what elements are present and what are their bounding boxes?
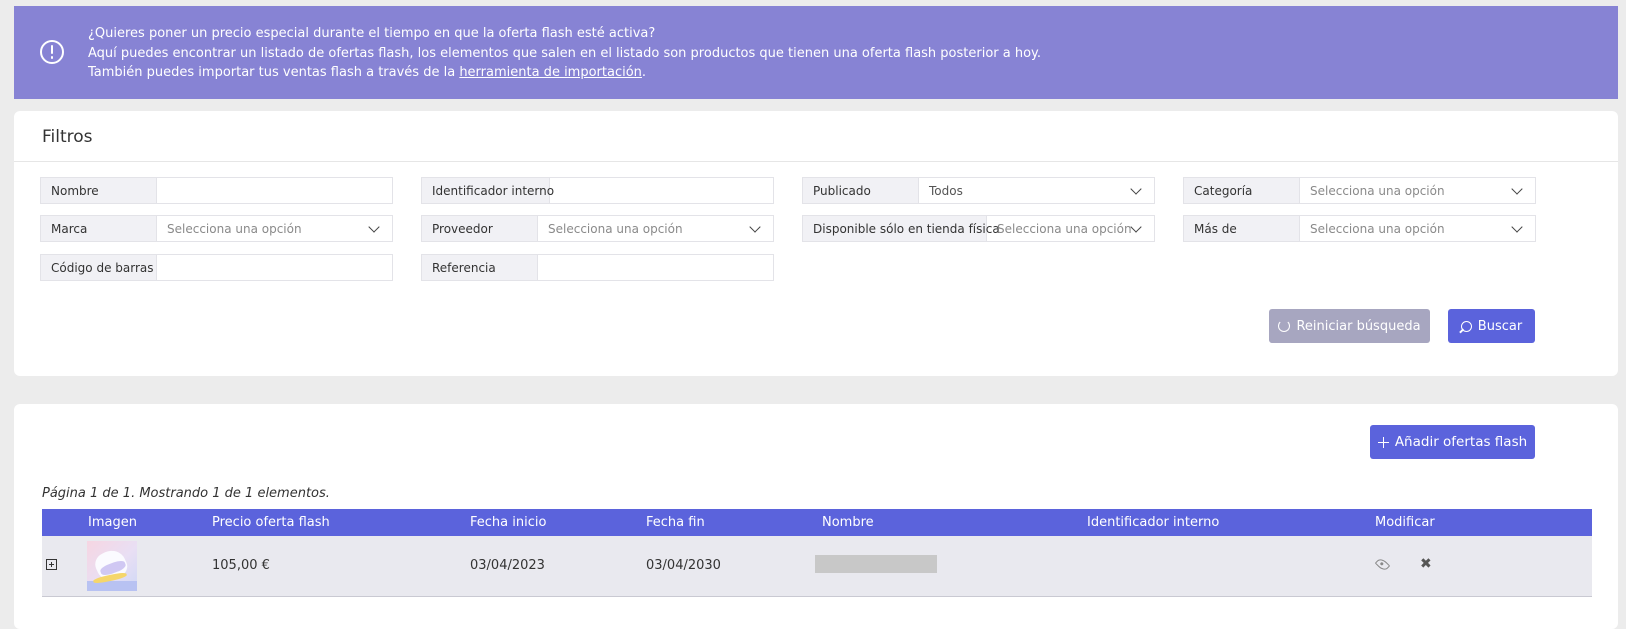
categoria-select[interactable]: Selecciona una opción: [1300, 178, 1535, 203]
marca-select[interactable]: Selecciona una opción: [157, 216, 392, 241]
search-button[interactable]: Buscar: [1448, 309, 1535, 343]
categoria-label: Categoría: [1184, 178, 1300, 203]
chevron-down-icon: [368, 221, 380, 233]
reset-search-button[interactable]: Reiniciar búsqueda: [1269, 309, 1430, 343]
chevron-down-icon: [1130, 183, 1142, 195]
product-image: [87, 541, 137, 591]
categoria-placeholder: Selecciona una opción: [1310, 183, 1445, 198]
column-header: Modificar: [1375, 515, 1435, 530]
codigo-filter: Código de barras: [40, 254, 393, 281]
start-date-cell: 03/04/2023: [470, 558, 545, 573]
chevron-down-icon: [1130, 221, 1142, 233]
delete-x-icon[interactable]: ✖: [1420, 557, 1432, 572]
categoria-filter: Categoría Selecciona una opción: [1183, 177, 1536, 204]
mas-de-select[interactable]: Selecciona una opción: [1300, 216, 1535, 241]
alert-line-3: También puedes importar tus ventas flash…: [88, 63, 1041, 83]
column-header: Imagen: [88, 515, 137, 530]
marca-label: Marca: [41, 216, 157, 241]
chevron-down-icon: [1511, 221, 1523, 233]
reset-icon: [1278, 320, 1291, 332]
referencia-input[interactable]: [538, 255, 773, 280]
add-flash-offers-button[interactable]: Añadir ofertas flash: [1370, 425, 1535, 459]
disponible-label: Disponible sólo en tienda física: [803, 216, 1000, 241]
identificador-label: Identificador interno: [422, 178, 554, 203]
column-header: Fecha inicio: [470, 515, 547, 530]
referencia-filter: Referencia: [421, 254, 774, 281]
proveedor-label: Proveedor: [422, 216, 538, 241]
alert-line-3-prefix: También puedes importar tus ventas flash…: [88, 65, 460, 80]
add-flash-offers-label: Añadir ofertas flash: [1394, 434, 1528, 450]
publicado-label: Publicado: [803, 178, 919, 203]
chevron-down-icon: [1511, 183, 1523, 195]
price-cell: 105,00 €: [212, 558, 270, 573]
alert-line-2: Aquí puedes encontrar un listado de ofer…: [88, 45, 1042, 61]
table-row: 105,00 € 03/04/2023 03/04/2030 ✖: [42, 536, 1592, 597]
chevron-down-icon: [749, 221, 761, 233]
identificador-filter: Identificador interno: [421, 177, 774, 204]
filters-divider: [14, 161, 1618, 162]
list-panel: Añadir ofertas flash Página 1 de 1. Most…: [14, 404, 1618, 629]
search-label: Buscar: [1477, 318, 1523, 334]
filters-title: Filtros: [42, 127, 93, 147]
alert-text: ¿Quieres poner un precio especial durant…: [88, 24, 1041, 83]
search-icon: [1460, 320, 1472, 332]
column-header: Fecha fin: [646, 515, 705, 530]
marca-filter: Marca Selecciona una opción: [40, 215, 393, 242]
proveedor-select[interactable]: Selecciona una opción: [538, 216, 773, 241]
table-header: Imagen Precio oferta flash Fecha inicio …: [42, 509, 1592, 536]
expand-row-icon[interactable]: [46, 559, 57, 570]
column-header: Identificador interno: [1087, 515, 1220, 530]
info-alert: ¿Quieres poner un precio especial durant…: [14, 6, 1618, 99]
proveedor-filter: Proveedor Selecciona una opción: [421, 215, 774, 242]
marca-placeholder: Selecciona una opción: [167, 221, 302, 236]
eye-icon[interactable]: [1374, 556, 1391, 573]
referencia-label: Referencia: [422, 255, 538, 280]
plus-icon: [1377, 436, 1389, 448]
codigo-label: Código de barras: [41, 255, 157, 280]
mas-de-filter: Más de Selecciona una opción: [1183, 215, 1536, 242]
exclamation-circle-icon: [40, 40, 64, 64]
nombre-label: Nombre: [41, 178, 157, 203]
nombre-filter: Nombre: [40, 177, 393, 204]
nombre-input[interactable]: [157, 178, 392, 203]
name-cell-redacted: [815, 555, 937, 573]
alert-line-3-suffix: .: [641, 65, 647, 80]
publicado-select[interactable]: Todos: [919, 178, 1154, 203]
alert-line-1: ¿Quieres poner un precio especial durant…: [88, 26, 656, 41]
disponible-filter: Disponible sólo en tienda física Selecci…: [802, 215, 1155, 242]
mas-de-placeholder: Selecciona una opción: [1310, 221, 1445, 236]
codigo-input[interactable]: [157, 255, 392, 280]
filters-panel: Filtros Nombre Identificador interno Pub…: [14, 111, 1618, 376]
pagination-info: Página 1 de 1. Mostrando 1 de 1 elemento…: [42, 486, 330, 501]
disponible-placeholder: Selecciona una opción: [997, 221, 1132, 236]
import-tool-link[interactable]: herramienta de importación: [459, 65, 642, 80]
publicado-value: Todos: [929, 183, 963, 198]
reset-search-label: Reiniciar búsqueda: [1296, 318, 1421, 334]
publicado-filter: Publicado Todos: [802, 177, 1155, 204]
end-date-cell: 03/04/2030: [646, 558, 721, 573]
proveedor-placeholder: Selecciona una opción: [548, 221, 683, 236]
column-header: Nombre: [822, 515, 874, 530]
mas-de-label: Más de: [1184, 216, 1300, 241]
disponible-select[interactable]: Selecciona una opción: [987, 216, 1154, 241]
column-header: Precio oferta flash: [212, 515, 330, 530]
identificador-input[interactable]: [550, 178, 773, 203]
